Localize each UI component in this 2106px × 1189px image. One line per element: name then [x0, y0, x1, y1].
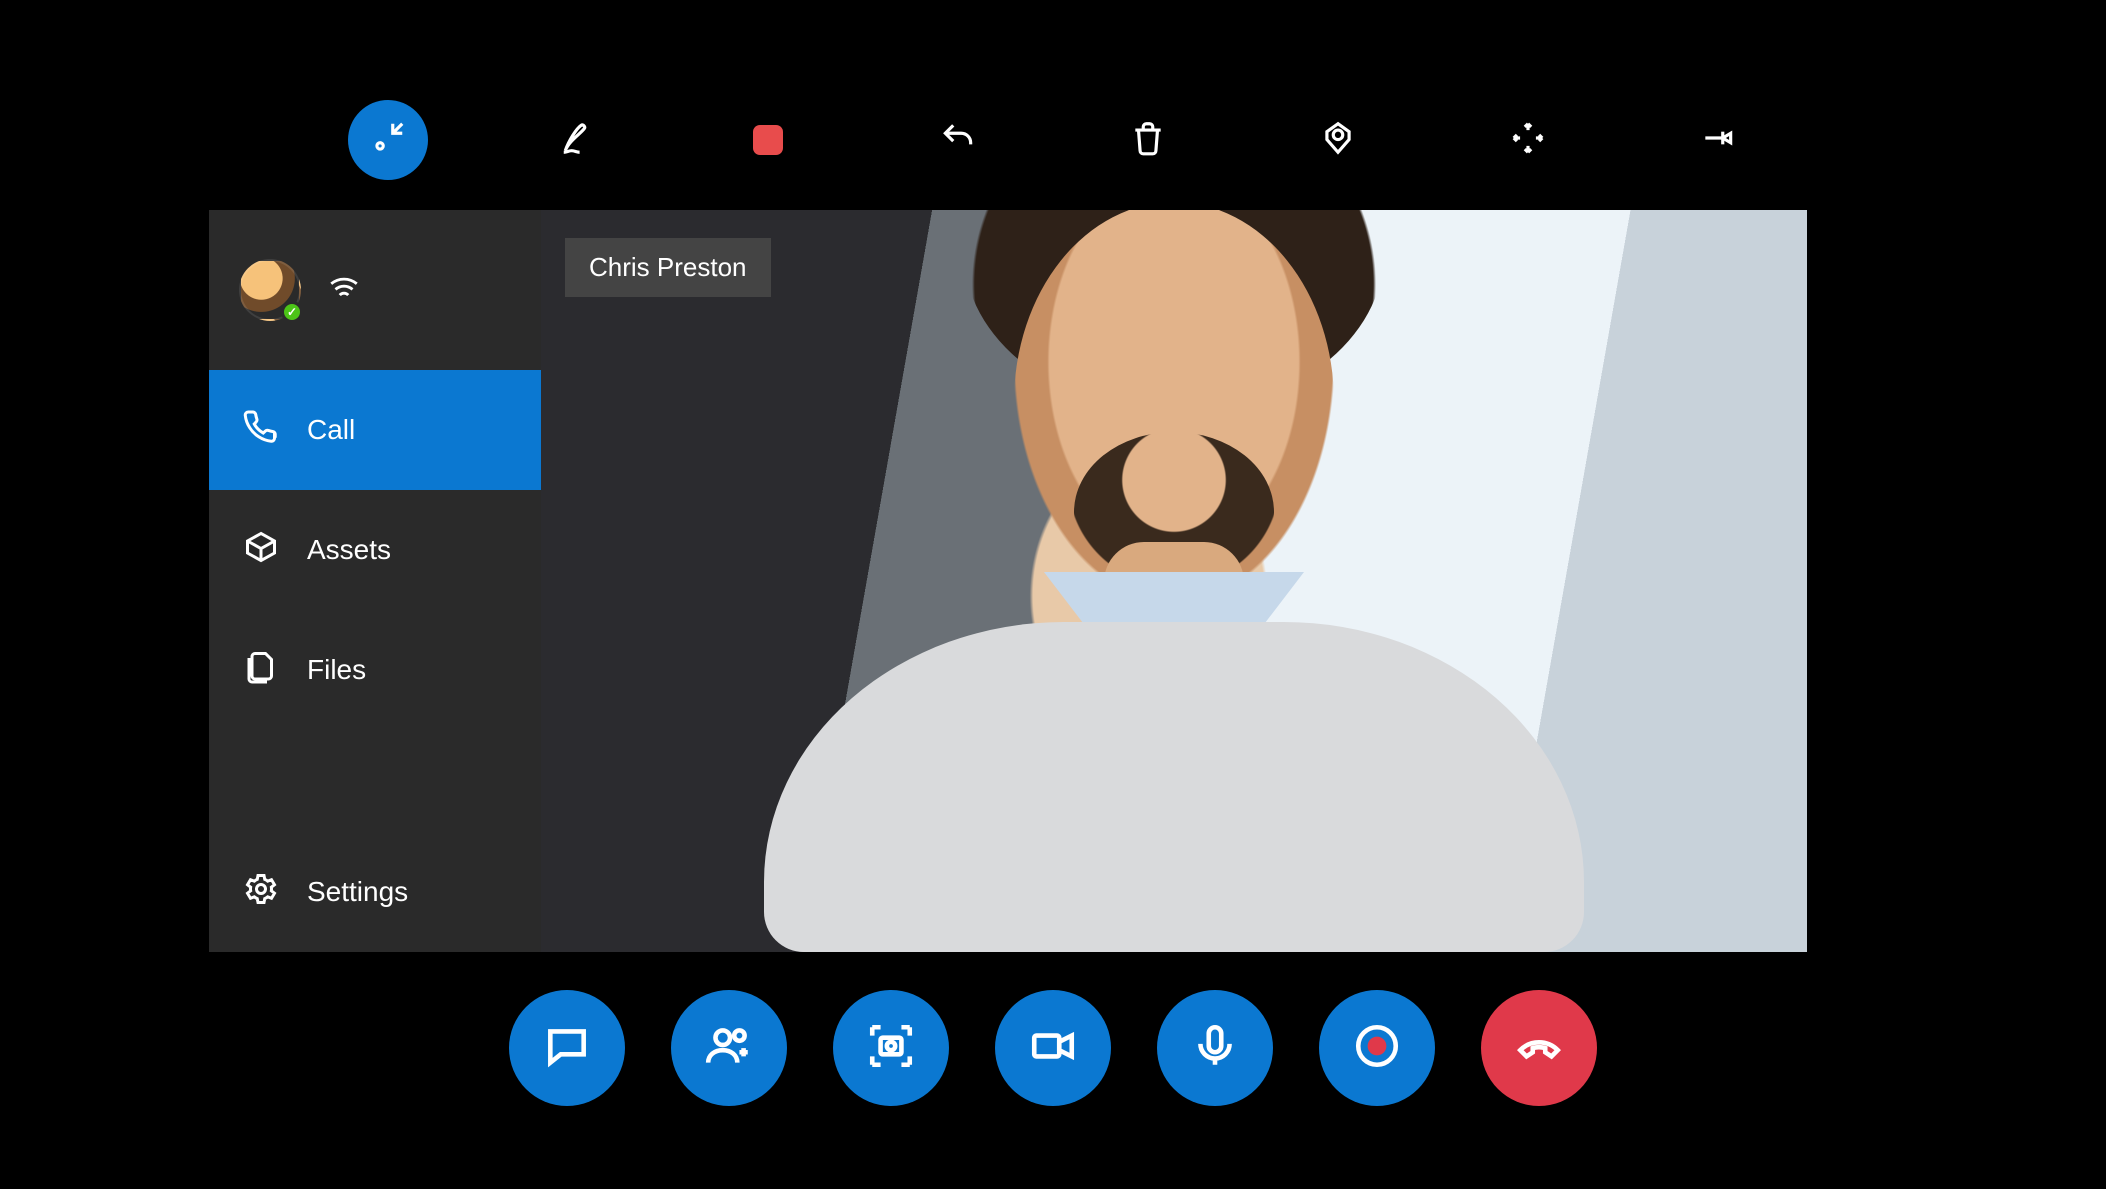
annotation-toolbar	[0, 100, 2106, 180]
add-person-icon	[704, 1021, 754, 1076]
pin-icon	[1699, 119, 1737, 162]
pin-button[interactable]	[1678, 100, 1758, 180]
profile-row	[209, 210, 541, 370]
sidebar-nav: Call Assets Files	[209, 370, 541, 952]
trash-icon	[1129, 119, 1167, 162]
call-window: Call Assets Files	[209, 210, 1807, 952]
sidebar-item-label: Settings	[307, 876, 408, 908]
gear-icon	[243, 871, 279, 914]
video-camera-icon	[1028, 1021, 1078, 1076]
phone-icon	[243, 409, 279, 452]
chat-icon	[542, 1021, 592, 1076]
expand-arrows-icon	[1509, 119, 1547, 162]
package-icon	[243, 529, 279, 572]
add-participant-button[interactable]	[671, 990, 787, 1106]
expand-button[interactable]	[1488, 100, 1568, 180]
ink-color-button[interactable]	[728, 100, 808, 180]
sidebar-item-label: Call	[307, 414, 355, 446]
ink-button[interactable]	[538, 100, 618, 180]
minimize-button[interactable]	[348, 100, 428, 180]
record-button[interactable]	[1319, 990, 1435, 1106]
chat-button[interactable]	[509, 990, 625, 1106]
participant-name-tag: Chris Preston	[565, 238, 771, 297]
color-square-icon	[753, 125, 783, 155]
video-toggle-button[interactable]	[995, 990, 1111, 1106]
place-marker-button[interactable]	[1298, 100, 1378, 180]
minimize-icon	[369, 119, 407, 162]
mic-toggle-button[interactable]	[1157, 990, 1273, 1106]
delete-button[interactable]	[1108, 100, 1188, 180]
record-icon	[1352, 1021, 1402, 1076]
files-icon	[243, 649, 279, 692]
hangup-icon	[1514, 1021, 1564, 1076]
microphone-icon	[1190, 1021, 1240, 1076]
participant-figure	[749, 252, 1599, 952]
undo-button[interactable]	[918, 100, 998, 180]
presence-status-icon	[281, 301, 303, 323]
sidebar-item-assets[interactable]: Assets	[209, 490, 541, 610]
hangup-button[interactable]	[1481, 990, 1597, 1106]
call-controls	[0, 990, 2106, 1106]
sidebar-item-settings[interactable]: Settings	[209, 832, 541, 952]
participant-name: Chris Preston	[589, 252, 747, 282]
camera-capture-icon	[866, 1021, 916, 1076]
network-icon	[327, 271, 361, 310]
avatar[interactable]	[239, 259, 301, 321]
sidebar-item-label: Assets	[307, 534, 391, 566]
video-feed[interactable]: Chris Preston	[541, 210, 1807, 952]
sidebar: Call Assets Files	[209, 210, 541, 952]
pen-icon	[559, 119, 597, 162]
sidebar-item-label: Files	[307, 654, 366, 686]
snapshot-button[interactable]	[833, 990, 949, 1106]
undo-icon	[939, 119, 977, 162]
sidebar-item-call[interactable]: Call	[209, 370, 541, 490]
sidebar-item-files[interactable]: Files	[209, 610, 541, 730]
place-marker-icon	[1319, 119, 1357, 162]
